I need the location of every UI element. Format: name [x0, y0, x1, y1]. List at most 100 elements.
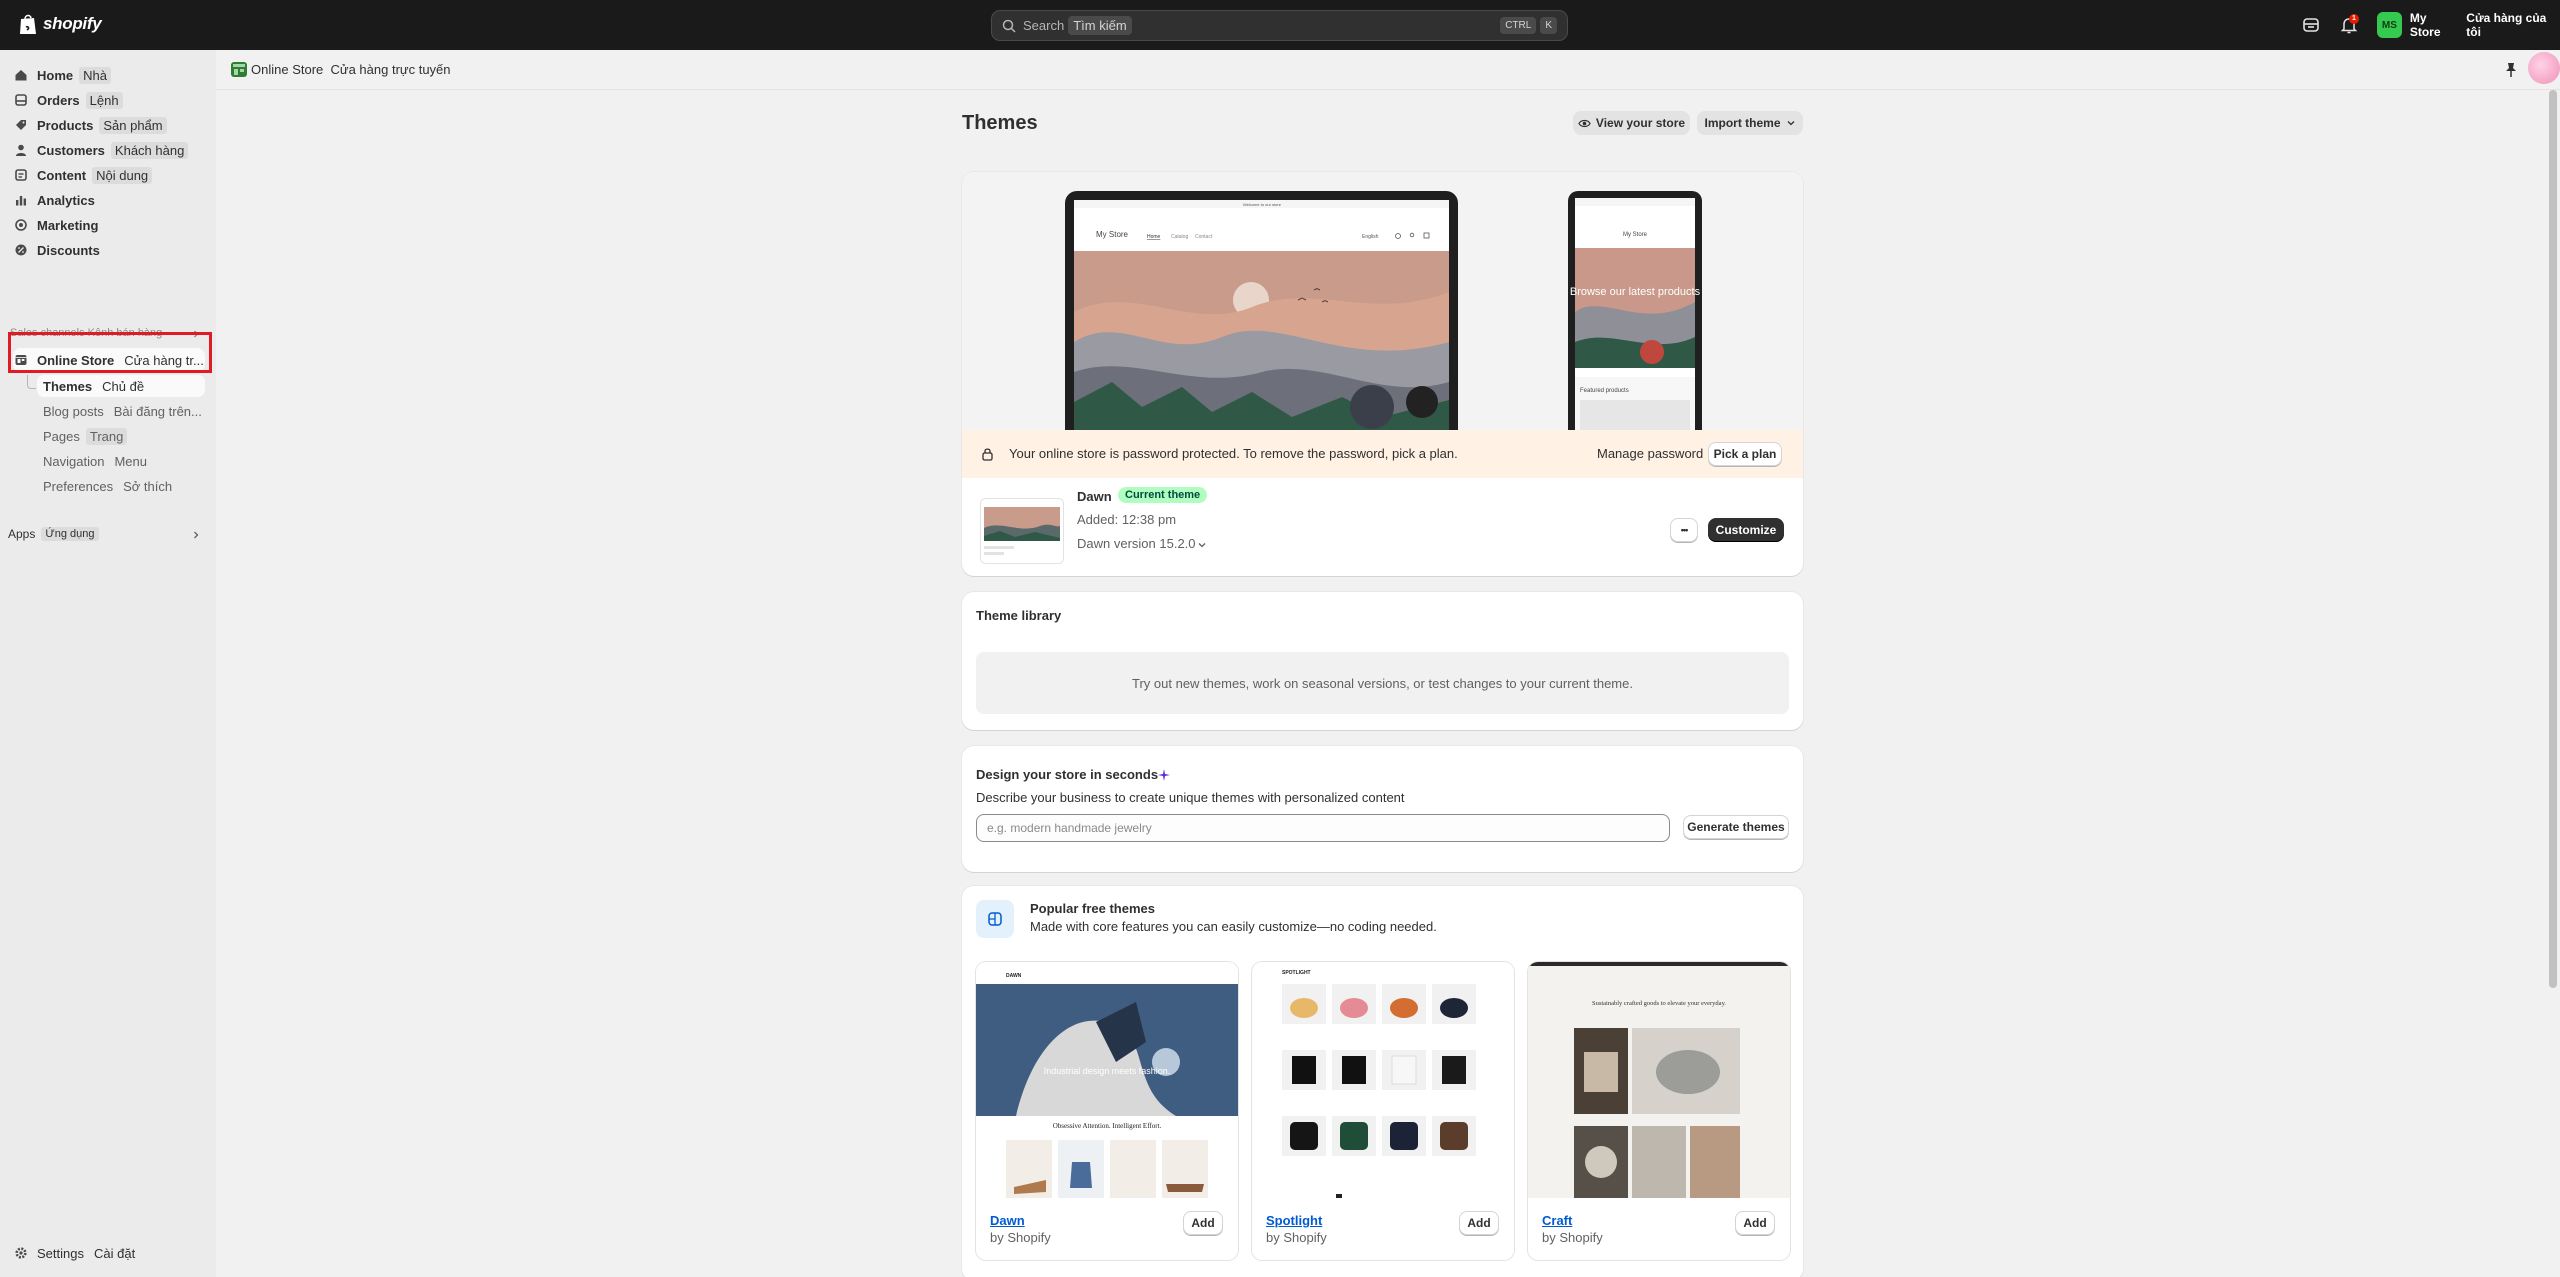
- sidebar-label: Products: [37, 117, 94, 133]
- breadcrumb[interactable]: Online Store Cửa hàng trực tuyến: [251, 62, 451, 77]
- button-label: Pick a plan: [1713, 447, 1777, 461]
- customize-button[interactable]: Customize: [1708, 518, 1784, 542]
- chart-icon: [16, 196, 26, 206]
- store-name: My Store: [2409, 11, 2441, 39]
- sidebar-item-customers[interactable]: Customers Khách hàng: [14, 139, 189, 161]
- target-icon: [15, 219, 27, 231]
- search-input[interactable]: Search Tìm kiếm CTRL K: [991, 10, 1568, 41]
- add-theme-button[interactable]: Add: [1459, 1211, 1499, 1235]
- sidebar-item-apps[interactable]: Apps Ứng dụng: [8, 523, 99, 545]
- preview-mobile-headline: Browse our latest products: [1570, 286, 1701, 298]
- preview-mobile-store: My Store: [1623, 232, 1648, 238]
- sidebar-label: Pages: [43, 428, 80, 444]
- button-label: Add: [1191, 1216, 1215, 1230]
- sidebar-translation: Trang: [85, 427, 128, 445]
- online-store-app-icon: [231, 62, 247, 77]
- shopify-logo[interactable]: shopify: [18, 13, 102, 35]
- spotlight-thumbnail: SPOTLIGHT: [1252, 962, 1514, 1198]
- search-icon: [1002, 19, 1016, 33]
- popular-title: Popular free themes: [1030, 901, 1155, 916]
- dawn-hero-text: Industrial design meets fashion.: [1044, 1066, 1171, 1076]
- more-actions-button[interactable]: •••: [1670, 518, 1698, 542]
- pin-icon[interactable]: [2504, 62, 2518, 78]
- scrollbar[interactable]: [2549, 90, 2557, 988]
- business-description-input[interactable]: e.g. modern handmade jewelry: [976, 814, 1670, 842]
- store-menu[interactable]: MS My Store Cửa hàng của tôi: [2377, 11, 2560, 39]
- sidebar-item-discounts[interactable]: Discounts: [14, 239, 100, 261]
- theme-card-spotlight[interactable]: SPOTLIGHT Spotlight by Shopify Add: [1252, 962, 1514, 1260]
- top-bar: shopify Search Tìm kiếm CTRL K 1 MS My S…: [0, 0, 2560, 50]
- button-label: Add: [1467, 1216, 1491, 1230]
- generate-themes-button[interactable]: Generate themes: [1683, 815, 1789, 839]
- dawn-sub-text: Obsessive Attention. Intelligent Effort.: [1053, 1122, 1162, 1130]
- sidebar-item-themes[interactable]: Themes Chủ đề: [43, 375, 148, 397]
- current-theme-thumbnail[interactable]: [980, 498, 1064, 564]
- preview-nav-contact: Contact: [1195, 234, 1213, 240]
- theme-library-empty: Try out new themes, work on seasonal ver…: [976, 652, 1789, 714]
- manage-password-link[interactable]: Manage password: [1597, 446, 1703, 461]
- eye-icon: [1578, 119, 1591, 127]
- button-label: Import theme: [1704, 116, 1781, 130]
- sidebar-translation: Sản phẩm: [99, 116, 167, 134]
- tree-connector: [27, 375, 36, 389]
- sidebar-translation: Bài đăng trên...: [113, 403, 202, 419]
- theme-library-title: Theme library: [976, 608, 1062, 623]
- sidebar-item-settings[interactable]: Settings Cài đặt: [14, 1242, 139, 1264]
- theme-name-link[interactable]: Craft: [1542, 1213, 1572, 1228]
- preview-language: English: [1362, 234, 1379, 240]
- chevron-down-icon: [1787, 121, 1794, 126]
- pick-plan-button[interactable]: Pick a plan: [1708, 442, 1782, 466]
- theme-card-craft[interactable]: Sustainably crafted goods to elevate you…: [1528, 962, 1790, 1260]
- design-title: Design your store in seconds: [976, 767, 1159, 782]
- lock-icon: [982, 448, 993, 461]
- input-placeholder: e.g. modern handmade jewelry: [987, 821, 1152, 835]
- view-store-button[interactable]: View your store: [1573, 111, 1690, 135]
- import-theme-button[interactable]: Import theme: [1697, 111, 1803, 135]
- sidebar-item-blog-posts[interactable]: Blog posts Bài đăng trên...: [43, 400, 206, 422]
- craft-hero-text: Sustainably crafted goods to elevate you…: [1592, 1000, 1726, 1007]
- sidebar-item-analytics[interactable]: Analytics: [14, 189, 95, 211]
- page-title: Themes: [962, 112, 1038, 134]
- sidebar-item-content[interactable]: Content Nội dung: [14, 164, 153, 186]
- banner-text: Your online store is password protected.…: [1009, 446, 1458, 461]
- theme-author: by Shopify: [1542, 1230, 1603, 1245]
- craft-thumbnail: Sustainably crafted goods to elevate you…: [1528, 962, 1790, 1198]
- theme-name-link[interactable]: Dawn: [990, 1213, 1025, 1228]
- theme-author: by Shopify: [990, 1230, 1051, 1245]
- store-switcher-icon[interactable]: [2301, 15, 2321, 35]
- sidebar-label: Orders: [37, 92, 80, 108]
- sidebar-item-home[interactable]: Home Nhà: [14, 64, 111, 86]
- sidebar: Home Nhà Orders Lệnh Products Sản phẩm C…: [0, 50, 216, 1277]
- kbd-ctrl: CTRL: [1500, 17, 1537, 34]
- sidebar-item-marketing[interactable]: Marketing: [14, 214, 98, 236]
- button-label: Add: [1743, 1216, 1767, 1230]
- theme-name-link[interactable]: Spotlight: [1266, 1213, 1322, 1228]
- password-banner: Your online store is password protected.…: [962, 430, 1803, 478]
- chevron-down-icon: [1198, 543, 1206, 548]
- sidebar-label: Home: [37, 67, 74, 83]
- add-theme-button[interactable]: Add: [1735, 1211, 1775, 1235]
- shopify-bag-icon: [20, 14, 36, 34]
- floating-avatar[interactable]: [2528, 52, 2560, 84]
- sidebar-item-products[interactable]: Products Sản phẩm: [14, 114, 167, 136]
- theme-version[interactable]: Dawn version 15.2.0: [1077, 536, 1196, 551]
- sidebar-label: Blog posts: [43, 403, 104, 419]
- theme-card-dawn[interactable]: DAWN Industrial design meets fashion. Ob…: [976, 962, 1238, 1260]
- theme-icon: [988, 912, 1002, 926]
- sidebar-item-navigation[interactable]: Navigation Menu: [43, 450, 151, 472]
- theme-added: Added: 12:38 pm: [1077, 512, 1177, 527]
- search-translation: Tìm kiếm: [1068, 16, 1132, 35]
- sidebar-translation: Ứng dụng: [41, 527, 99, 541]
- add-theme-button[interactable]: Add: [1183, 1211, 1223, 1235]
- design-store-card: Design your store in seconds Describe yo…: [962, 746, 1803, 872]
- sidebar-label: Customers: [37, 142, 105, 158]
- sidebar-translation: Chủ đề: [102, 378, 145, 394]
- button-label: View your store: [1595, 116, 1686, 130]
- logo-text: shopify: [43, 14, 102, 33]
- notification-badge: 1: [2349, 14, 2359, 24]
- sidebar-item-orders[interactable]: Orders Lệnh: [14, 89, 123, 111]
- sidebar-item-pages[interactable]: Pages Trang: [43, 425, 128, 447]
- sidebar-item-preferences[interactable]: Preferences Sở thích: [43, 475, 176, 497]
- sidebar-label: Preferences: [43, 478, 114, 494]
- sidebar-label: Themes: [43, 378, 93, 394]
